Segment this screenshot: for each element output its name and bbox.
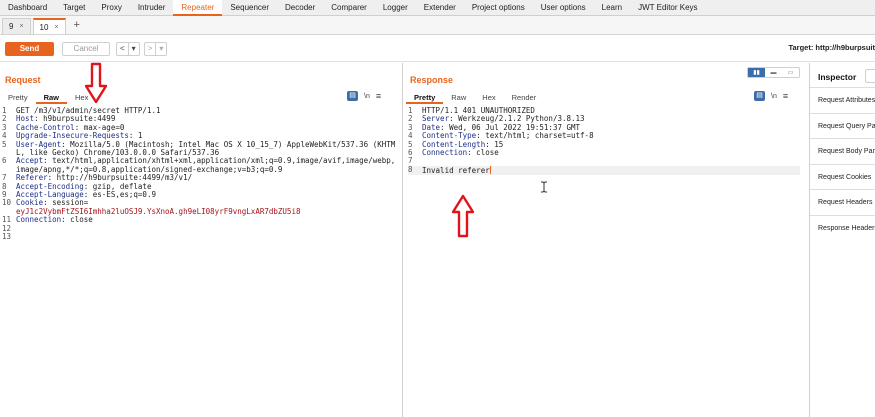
history-forward-button[interactable]: > ▾	[143, 41, 168, 56]
inspector-item[interactable]: Request Body Parameters	[810, 138, 875, 163]
tool-tab-decoder[interactable]: Decoder	[277, 0, 323, 16]
up-arrow-icon	[451, 194, 475, 238]
tool-tab-target[interactable]: Target	[55, 0, 93, 16]
inspector-item[interactable]: Request Headers	[810, 189, 875, 214]
cancel-button[interactable]: Cancel	[62, 41, 110, 56]
split-vertical-icon[interactable]: ▬	[765, 68, 782, 77]
editor-line: 6 Connection: close	[408, 148, 800, 158]
newline-toggle-icon[interactable]: \n	[364, 93, 370, 100]
repeater-tab-bar: 9 × 10 × +	[0, 16, 875, 35]
repeater-toolbar: Send Cancel < ▾ > ▾ Target: http://h9bur…	[0, 36, 875, 62]
header-name: Connection	[422, 148, 468, 158]
request-view-tabs: Pretty Raw Hex	[0, 92, 96, 104]
tool-tab-jwt-editor-keys[interactable]: JWT Editor Keys	[630, 0, 705, 16]
chevron-right-icon: >	[147, 44, 153, 53]
split-horizontal-icon[interactable]: ▮▮	[748, 68, 765, 77]
tool-tab-learn[interactable]: Learn	[594, 0, 630, 16]
editor-line: 13	[2, 232, 398, 242]
target-label[interactable]: Target: http://h9burpsuit	[788, 43, 875, 52]
header-value: close	[471, 148, 499, 158]
tabs-layout-icon[interactable]: ▭	[782, 68, 799, 77]
line-number: 10	[2, 198, 12, 208]
tab-label: 9	[9, 22, 14, 31]
line-number: 13	[2, 232, 12, 242]
line-number: 6	[2, 156, 7, 166]
line-text: Invalid referer	[422, 165, 490, 175]
tool-tab-logger[interactable]: Logger	[375, 0, 416, 16]
text-caret	[489, 165, 491, 174]
editor-line: 11 Connection: close	[2, 215, 398, 225]
chevron-down-icon[interactable]: ▾	[129, 44, 139, 53]
line-number: 8	[408, 164, 413, 174]
request-editor[interactable]: 1 GET /m3/v1/admin/secret HTTP/1.1 2 Host: …	[2, 106, 398, 242]
tool-tab-proxy[interactable]: Proxy	[93, 0, 129, 16]
tool-tab-repeater[interactable]: Repeater	[173, 0, 223, 16]
editor-line: 8 Invalid referer	[408, 164, 800, 176]
header-value: text/html,application/xhtml+xml,applicat…	[16, 156, 396, 174]
tool-tab-intruder[interactable]: Intruder	[130, 0, 174, 16]
header-value: es-ES,es;q=0.9	[88, 190, 156, 200]
menu-icon[interactable]: ≡	[376, 91, 381, 101]
request-editor-options: ▤ \n ≡	[347, 91, 381, 101]
response-title: Response	[410, 75, 454, 85]
response-view-tabs: Pretty Raw Hex Render	[406, 92, 544, 104]
add-tab-button[interactable]: +	[68, 18, 86, 34]
header-value: Mozilla/5.0 (Macintosh; Intel Mac OS X 1…	[16, 139, 396, 158]
layout-toggle: ▮▮ ▬ ▭	[747, 67, 800, 78]
menu-icon[interactable]: ≡	[783, 91, 788, 101]
header-name: Connection	[16, 215, 62, 225]
repeater-tab-9[interactable]: 9 ×	[2, 18, 31, 34]
response-tab-raw[interactable]: Raw	[443, 92, 474, 104]
repeater-tab-10[interactable]: 10 ×	[32, 18, 66, 35]
response-tab-pretty[interactable]: Pretty	[406, 92, 444, 104]
tool-tab-comparer[interactable]: Comparer	[323, 0, 375, 16]
response-tab-render[interactable]: Render	[504, 92, 545, 104]
panel-divider[interactable]	[402, 63, 403, 417]
i-beam-cursor-icon	[541, 181, 547, 193]
send-button[interactable]: Send	[5, 41, 54, 56]
message-actions-icon[interactable]: ▤	[347, 91, 358, 101]
inspector-item[interactable]: Request Attributes	[810, 87, 875, 112]
request-tab-raw[interactable]: Raw	[35, 92, 68, 104]
response-editor[interactable]: 1 HTTP/1.1 401 UNAUTHORIZED 2 Server: Werkz…	[408, 106, 800, 176]
line-text	[422, 156, 427, 165]
message-actions-icon[interactable]: ▤	[754, 91, 765, 101]
tool-tab-extender[interactable]: Extender	[416, 0, 464, 16]
request-tab-pretty[interactable]: Pretty	[0, 92, 36, 104]
header-value: close	[65, 215, 93, 225]
inspector-item[interactable]: Response Headers	[810, 214, 875, 240]
inspector-panel: Inspector Request Attributes Request Quer…	[809, 63, 875, 417]
response-tab-hex[interactable]: Hex	[474, 92, 503, 104]
editor-line: 12	[2, 224, 398, 233]
tool-tab-dashboard[interactable]: Dashboard	[0, 0, 55, 16]
request-title: Request	[5, 75, 41, 85]
tab-label: 10	[39, 22, 49, 32]
chevron-down-icon[interactable]: ▾	[156, 44, 166, 53]
tool-tab-bar: Dashboard Target Proxy Intruder Repeater Sequ…	[0, 0, 875, 16]
newline-toggle-icon[interactable]: \n	[771, 93, 777, 100]
response-editor-options: ▤ \n ≡	[754, 91, 788, 101]
inspector-settings-button[interactable]	[865, 69, 875, 83]
inspector-item[interactable]: Request Query Parameters	[810, 112, 875, 138]
chevron-left-icon: <	[120, 44, 125, 53]
inspector-title: Inspector	[818, 72, 857, 82]
down-arrow-icon	[84, 62, 108, 104]
inspector-item[interactable]: Request Cookies	[810, 163, 875, 189]
line-number: 5	[2, 139, 7, 149]
tool-tab-sequencer[interactable]: Sequencer	[222, 0, 277, 16]
close-icon[interactable]: ×	[19, 19, 23, 34]
editor-line: 5 User-Agent: Mozilla/5.0 (Macintosh; Int…	[2, 139, 398, 158]
editor-line: 10 Cookie: session= eyJ1c2VybmFtZSI6Imhha2…	[2, 199, 398, 216]
tool-tab-user-options[interactable]: User options	[533, 0, 594, 16]
tool-tab-project-options[interactable]: Project options	[464, 0, 533, 16]
line-text	[16, 232, 21, 241]
close-icon[interactable]: ×	[54, 20, 58, 35]
editor-line: 6 Accept: text/html,application/xhtml+xml…	[2, 157, 398, 174]
history-back-button[interactable]: < ▾	[116, 41, 140, 56]
editor-line: 7	[408, 156, 800, 166]
